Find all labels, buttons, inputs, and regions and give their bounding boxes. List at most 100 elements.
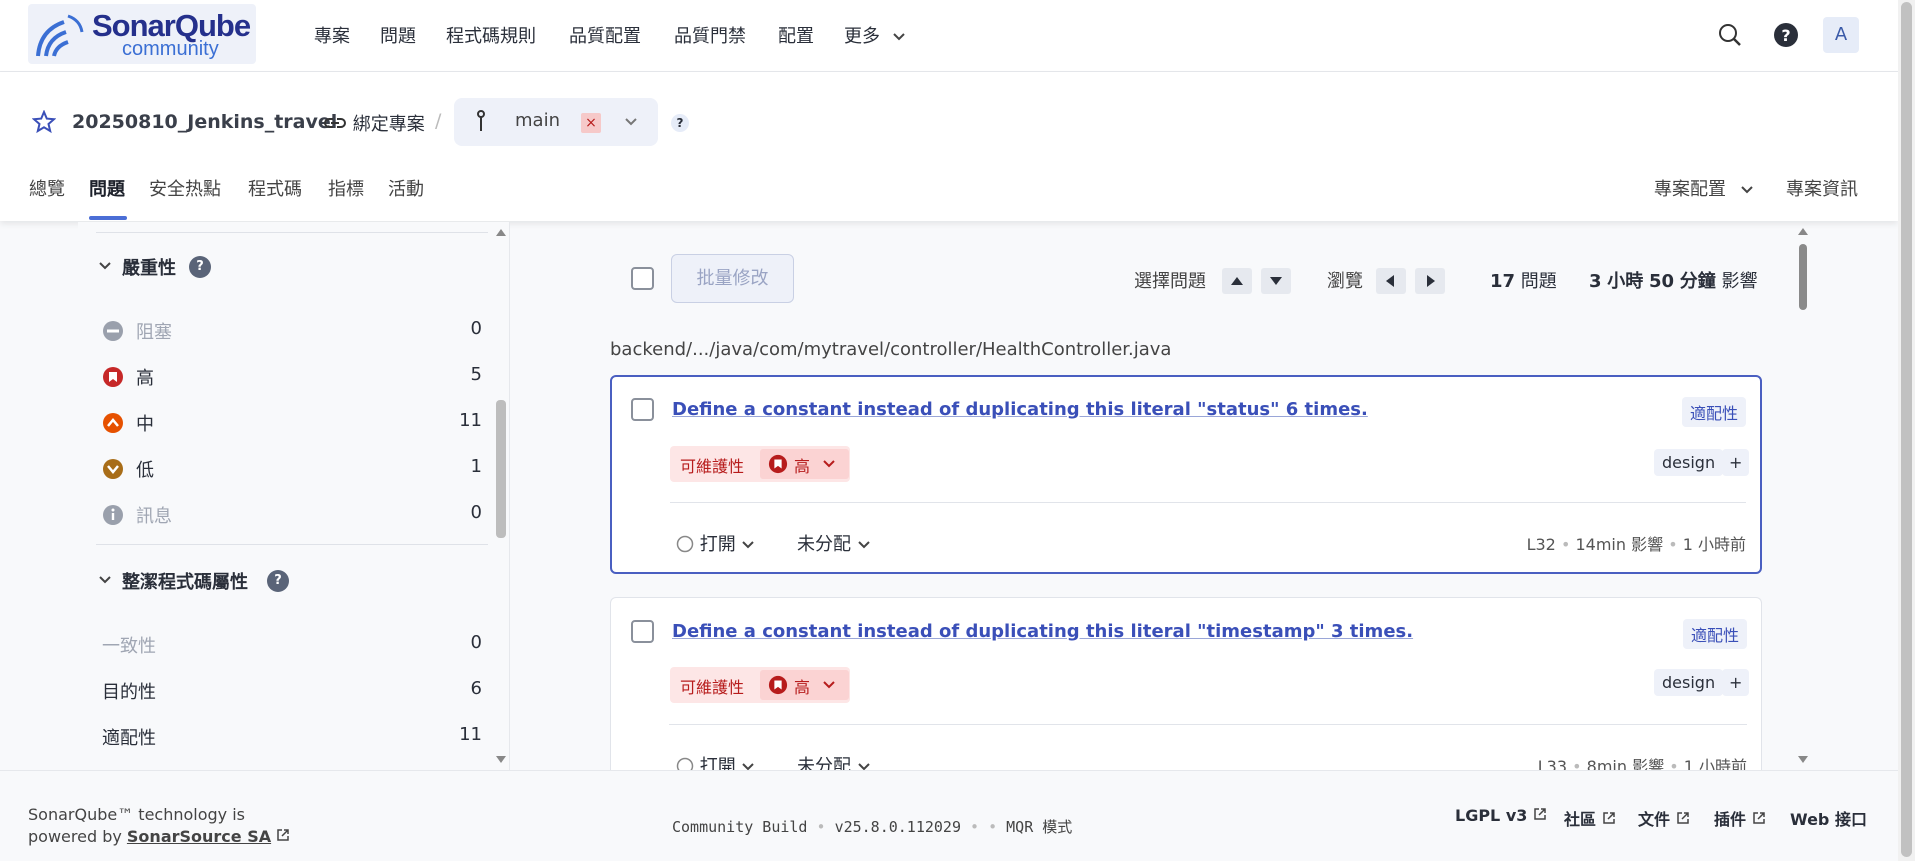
severity-count: 0 [470,502,482,523]
scroll-up-arrow-icon[interactable] [495,227,507,237]
bulk-change-button[interactable]: 批量修改 [671,254,794,303]
issue-count-label: 問題 [1520,271,1557,292]
attribute-count: 6 [470,678,482,699]
branch-help-icon[interactable]: ? [671,114,689,132]
page-scroll-thumb[interactable] [1901,2,1912,857]
issue-assignee-dropdown[interactable]: 未分配 [797,530,871,556]
select-previous-issue-button[interactable] [1222,268,1252,294]
sonarsource-link[interactable]: SonarSource SA [127,827,271,846]
chevron-down-icon[interactable] [98,261,112,271]
active-tab-indicator [89,216,127,220]
issue-tag[interactable]: design [1654,449,1724,476]
chevron-down-icon [858,541,870,549]
chevron-down-icon [1741,186,1753,194]
select-issue-label: 選擇問題 [1134,271,1206,292]
nav-quality-gates[interactable]: 品質門禁 [674,22,746,48]
severity-medium[interactable]: 中 11 [102,408,482,436]
chevron-down-icon [823,460,835,468]
issue-card[interactable]: Define a constant instead of duplicating… [610,597,1762,796]
nav-quality-profiles[interactable]: 品質配置 [569,22,641,48]
chevron-down-icon[interactable] [98,575,112,585]
issue-title-link[interactable]: Define a constant instead of duplicating… [672,621,1413,642]
user-avatar[interactable]: A [1823,17,1859,53]
scroll-up-arrow-icon[interactable] [1797,226,1809,236]
nav-more-label: 更多 [844,26,880,47]
issue-checkbox[interactable] [631,398,654,421]
issue-age: 1 小時前 [1682,535,1746,554]
nav-administration[interactable]: 配置 [778,22,814,48]
effort-hours: 3 [1589,271,1602,292]
issue-title-link[interactable]: Define a constant instead of duplicating… [672,399,1368,420]
severity-blocker[interactable]: 阻塞 0 [102,316,482,344]
issue-tag[interactable]: design [1654,669,1724,696]
file-path[interactable]: backend/.../java/com/mytravel/controller… [610,339,1171,360]
top-navigation: SonarQube community 專案 問題 程式碼規則 品質配置 品質門… [0,0,1898,72]
footer-build-info: Community Build • v25.8.0.112029 • • MQR… [672,818,1073,836]
attribute-count: 0 [470,632,482,653]
effort-suffix: 影響 [1721,271,1758,292]
software-quality-impact[interactable]: 可維護性 高 [670,667,850,703]
clean-code-adaptability[interactable]: 適配性 11 [102,722,482,750]
nav-projects[interactable]: 專案 [314,22,350,48]
issue-card[interactable]: Define a constant instead of duplicating… [610,375,1762,574]
tab-measures[interactable]: 指標 [328,175,364,201]
clean-code-intentionality[interactable]: 目的性 6 [102,676,482,704]
tab-activity[interactable]: 活動 [388,175,424,201]
severity-low[interactable]: 低 1 [102,454,482,482]
footer-plugins-label: 插件 [1714,810,1747,829]
star-icon[interactable] [32,110,56,134]
tab-overview[interactable]: 總覽 [29,175,65,201]
footer-web-api-link[interactable]: Web 接口 [1790,806,1867,830]
clean-code-help-icon[interactable]: ? [267,570,289,592]
project-info-link[interactable]: 專案資訊 [1786,175,1858,201]
clean-code-filter-title[interactable]: 整潔程式碼屬性 [122,568,248,594]
severity-dropdown[interactable]: 高 [760,670,849,700]
select-next-issue-button[interactable] [1261,268,1291,294]
project-name[interactable]: 20250810_Jenkins_travel [72,111,337,133]
external-link-icon [277,829,289,841]
issue-status-dropdown[interactable]: 打開 [676,530,755,556]
navigate-back-button[interactable] [1376,268,1406,294]
software-quality-impact[interactable]: 可維護性 高 [670,446,850,482]
footer-powered-by: powered by SonarSource SA [28,827,290,846]
severity-filter-title[interactable]: 嚴重性 [122,254,176,280]
navigate-forward-button[interactable] [1415,268,1445,294]
severity-high[interactable]: 高 5 [102,362,482,390]
effort-hours-label: 小時 [1607,271,1644,292]
project-settings-menu[interactable]: 專案配置 [1654,175,1754,201]
branch-selector[interactable]: main × [454,98,658,146]
issue-line[interactable]: L32 [1527,535,1556,554]
search-icon[interactable] [1713,18,1747,52]
footer-plugins-link[interactable]: 插件 [1714,806,1766,830]
sidebar-scrollbar[interactable] [495,225,507,770]
tab-security-hotspots[interactable]: 安全热點 [149,175,221,201]
nav-rules[interactable]: 程式碼規則 [446,22,536,48]
add-tag-button[interactable]: + [1722,669,1750,696]
main-scrollbar[interactable] [1796,224,1810,770]
main-scroll-thumb[interactable] [1799,244,1807,310]
nav-more[interactable]: 更多 [844,22,906,48]
issue-checkbox[interactable] [631,620,654,643]
help-icon[interactable]: ? [1769,18,1803,52]
sonarqube-logo[interactable]: SonarQube community [28,4,256,64]
clean-code-consistency[interactable]: 一致性 0 [102,630,482,658]
nav-issues[interactable]: 問題 [380,22,416,48]
scroll-down-arrow-icon[interactable] [1797,755,1809,765]
footer-community-link[interactable]: 社區 [1564,806,1616,830]
tab-code[interactable]: 程式碼 [248,175,302,201]
severity-help-icon[interactable]: ? [189,256,211,278]
scroll-down-arrow-icon[interactable] [495,755,507,765]
footer-license-link[interactable]: LGPL v3 [1455,806,1547,825]
branch-failed-badge: × [581,113,601,133]
select-all-checkbox[interactable] [631,267,654,290]
bind-project-link[interactable]: 綁定專案 [323,110,425,136]
sidebar-scroll-thumb[interactable] [496,400,506,538]
severity-dropdown[interactable]: 高 [760,449,849,479]
severity-info[interactable]: 訊息 0 [102,500,482,528]
footer-mode: MQR 模式 [1006,818,1073,836]
add-tag-button[interactable]: + [1722,449,1750,476]
issue-effort: 14min 影響 [1575,535,1664,554]
page-scrollbar[interactable] [1898,0,1915,861]
tab-issues[interactable]: 問題 [89,175,125,201]
footer-docs-link[interactable]: 文件 [1638,806,1690,830]
